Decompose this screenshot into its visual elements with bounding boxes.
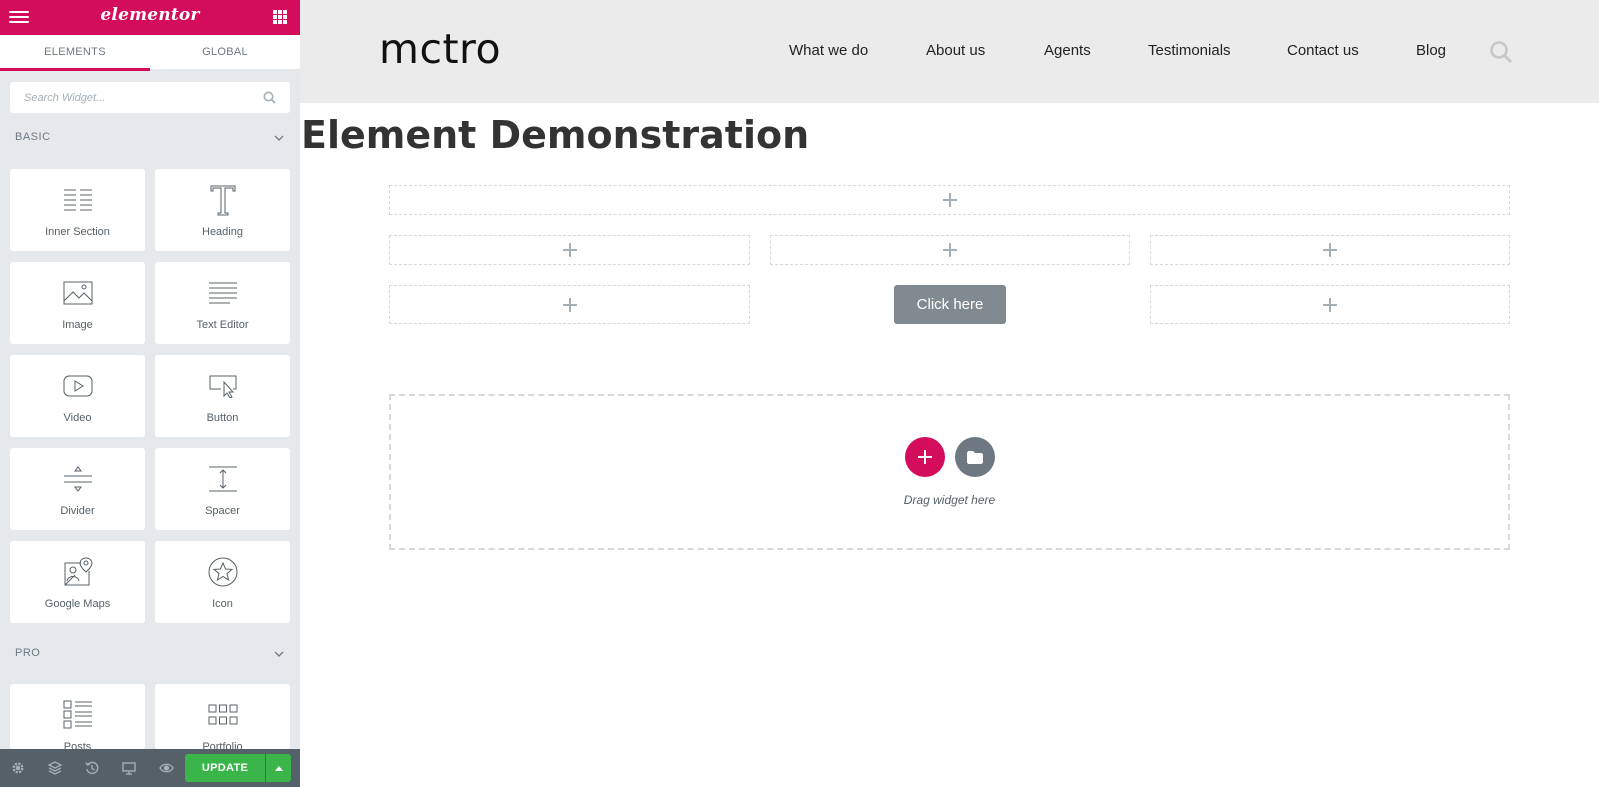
widget-label: Heading [202, 226, 243, 238]
widget-spacer[interactable]: Spacer [155, 448, 290, 530]
click-here-button[interactable]: Click here [894, 285, 1006, 324]
widget-label: Divider [60, 505, 95, 517]
chevron-down-icon[interactable] [274, 135, 284, 141]
preview-icon[interactable] [158, 760, 174, 776]
folder-icon [967, 450, 983, 464]
nav-agents[interactable]: Agents [1044, 42, 1091, 59]
plus-icon [1323, 297, 1337, 312]
nav-contact-us[interactable]: Contact us [1287, 42, 1359, 59]
image-icon [63, 281, 92, 305]
widget-search [10, 82, 290, 113]
nav-what-we-do[interactable]: What we do [789, 42, 868, 59]
plus-icon [562, 297, 577, 312]
widget-label: Image [62, 319, 93, 331]
panel-footer: UPDATE [0, 749, 300, 787]
widget-label: Video [63, 412, 92, 424]
page-title: Element Demonstration [301, 113, 810, 157]
widgets-grid-icon[interactable] [273, 10, 287, 24]
portfolio-icon [208, 704, 237, 725]
empty-column-add[interactable] [389, 285, 750, 324]
widget-label: Inner Section [45, 226, 110, 238]
inner-section-icon [63, 189, 92, 211]
nav-testimonials[interactable]: Testimonials [1148, 42, 1231, 59]
search-icon[interactable] [1489, 40, 1513, 64]
history-icon[interactable] [84, 760, 100, 776]
navigator-icon[interactable] [47, 760, 63, 776]
heading-icon [210, 185, 235, 216]
star-icon [208, 557, 237, 587]
empty-column-add[interactable] [1150, 235, 1510, 265]
widget-divider[interactable]: Divider [10, 448, 145, 530]
site-preview: mctro What we do About us Agents Testimo… [300, 0, 1599, 787]
category-basic-title[interactable]: BASIC [15, 131, 51, 143]
responsive-icon[interactable] [121, 760, 137, 776]
add-section-button[interactable] [905, 437, 945, 477]
widget-icon[interactable]: Icon [155, 541, 290, 623]
empty-column-add[interactable] [770, 235, 1130, 265]
widget-label: Portfolio [202, 741, 243, 749]
divider-icon [63, 466, 92, 492]
category-pro-title[interactable]: PRO [15, 647, 40, 659]
widget-inner-section[interactable]: Inner Section [10, 169, 145, 251]
empty-column-add[interactable] [1150, 285, 1510, 324]
video-icon [63, 375, 92, 397]
drop-zone[interactable]: Drag widget here [389, 394, 1510, 550]
widget-posts[interactable]: Posts [10, 684, 145, 749]
elementor-panel: elementor ELEMENTS GLOBAL BASIC Inner Se… [0, 0, 300, 787]
widget-image[interactable]: Image [10, 262, 145, 344]
panel-tabs: ELEMENTS GLOBAL [0, 35, 300, 71]
panel-header: elementor [0, 0, 300, 35]
tab-global[interactable]: GLOBAL [150, 35, 300, 71]
tab-elements[interactable]: ELEMENTS [0, 35, 150, 71]
update-button[interactable]: UPDATE [185, 754, 265, 782]
widget-button[interactable]: Button [155, 355, 290, 437]
widget-label: Text Editor [196, 319, 249, 331]
widget-label: Icon [212, 598, 233, 610]
text-editor-icon [208, 282, 237, 304]
search-widget-input[interactable] [10, 82, 290, 113]
plus-icon [562, 243, 577, 257]
widget-text-editor[interactable]: Text Editor [155, 262, 290, 344]
widget-heading[interactable]: Heading [155, 169, 290, 251]
widget-portfolio[interactable]: Portfolio [155, 684, 290, 749]
chevron-down-icon[interactable] [274, 651, 284, 657]
google-maps-icon [64, 557, 93, 586]
site-header: mctro What we do About us Agents Testimo… [300, 0, 1599, 103]
widget-label: Button [206, 412, 239, 424]
settings-icon[interactable] [10, 760, 26, 776]
drop-hint-text: Drag widget here [903, 493, 996, 507]
widget-video[interactable]: Video [10, 355, 145, 437]
nav-blog[interactable]: Blog [1416, 42, 1446, 59]
nav-about-us[interactable]: About us [926, 42, 985, 59]
spacer-icon [208, 466, 237, 492]
elementor-logo: elementor [100, 5, 200, 25]
button-icon [209, 375, 236, 398]
search-icon[interactable] [263, 91, 276, 104]
add-template-button[interactable] [955, 437, 995, 477]
empty-column-add[interactable] [389, 235, 750, 265]
plus-icon [943, 243, 957, 257]
widget-label: Posts [63, 741, 92, 749]
save-options-caret-icon[interactable] [266, 754, 291, 782]
posts-icon [63, 700, 92, 729]
plus-icon [1323, 243, 1337, 257]
site-logo[interactable]: mctro [379, 25, 501, 73]
plus-icon [942, 193, 957, 207]
empty-column-add[interactable] [389, 185, 1510, 215]
widget-google-maps[interactable]: Google Maps [10, 541, 145, 623]
widget-label: Spacer [205, 505, 240, 517]
widget-label: Google Maps [44, 598, 111, 610]
